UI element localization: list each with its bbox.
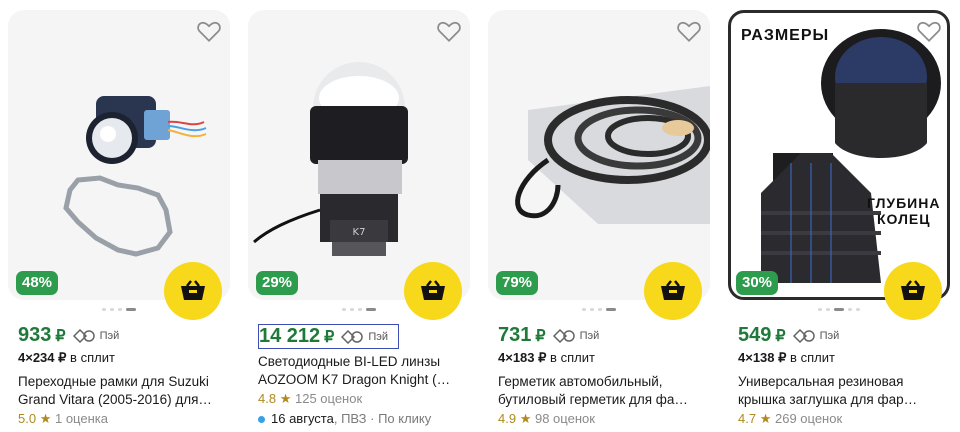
split-currency: ₽: [58, 350, 67, 365]
price-value: 14 212: [259, 325, 321, 347]
rating: 4.8 ★ 125 оценок: [258, 391, 362, 407]
discount-badge: 48%: [16, 271, 59, 295]
product-title[interactable]: Универсальная резиновая крышка заглушка …: [738, 373, 948, 409]
split-pay-icon: [341, 329, 364, 344]
delivery-dot-icon: [258, 416, 265, 424]
delivery-extra: · По клику: [366, 411, 432, 426]
cart-icon: [661, 280, 685, 300]
add-to-cart-button[interactable]: [644, 262, 702, 320]
review-count: 1 оценка: [54, 411, 108, 426]
heart-icon[interactable]: [436, 18, 462, 44]
cart-icon: [181, 280, 205, 300]
delivery-point: , ПВЗ: [333, 411, 367, 426]
price: 933 ₽ Пэй: [18, 324, 119, 347]
product-title[interactable]: Переходные рамки для Suzuki Grand Vitara…: [18, 373, 228, 409]
rating: 4.7 ★ 269 оценок: [738, 411, 842, 427]
split-currency: ₽: [538, 350, 547, 365]
product-card[interactable]: 48% 933 ₽ Пэй 4×234 ₽ в сплит Переходные…: [8, 0, 230, 432]
review-count: 125 оценок: [294, 391, 363, 406]
price: 731 ₽ Пэй: [498, 324, 599, 347]
image-depth-caption: ГЛУБИНА КОЛЕЦ: [867, 195, 941, 227]
currency: ₽: [324, 328, 335, 346]
product-card[interactable]: РАЗМЕРЫ ГЛУБИНА КОЛЕЦ 30% 549 ₽ Пэй 4×13…: [728, 0, 950, 432]
rating-score: 5.0: [18, 411, 37, 426]
pay-label: Пэй: [368, 330, 389, 343]
rating-score: 4.9: [498, 411, 517, 426]
currency: ₽: [55, 327, 66, 345]
sealant-image: [515, 86, 710, 224]
pay-label: Пэй: [99, 329, 120, 342]
split-label: в сплит: [550, 350, 595, 365]
image-pager[interactable]: [728, 308, 950, 311]
price-value: 549: [738, 324, 772, 346]
price: 549 ₽ Пэй: [738, 324, 839, 347]
cart-icon: [901, 280, 925, 300]
pay-label: Пэй: [579, 329, 600, 342]
star-icon: ★: [279, 391, 292, 406]
product-image[interactable]: [8, 10, 230, 300]
split-info: 4×138 ₽ в сплит: [738, 350, 835, 366]
star-icon: ★: [519, 411, 532, 426]
currency: ₽: [775, 327, 786, 345]
product-title[interactable]: Светодиодные BI-LED линзы AOZOOM K7 Drag…: [258, 353, 468, 389]
lens-label: K7: [353, 227, 366, 238]
pay-label: Пэй: [819, 329, 840, 342]
rating-score: 4.8: [258, 391, 277, 406]
led-lens-image: K7: [253, 62, 408, 256]
rating: 4.9 ★ 98 оценок: [498, 411, 595, 427]
delivery-date: 16 августа: [271, 411, 334, 426]
review-count: 269 оценок: [774, 411, 843, 426]
price-value: 933: [18, 324, 52, 346]
review-count: 98 оценок: [534, 411, 595, 426]
price: 14 212 ₽ Пэй: [258, 324, 400, 349]
add-to-cart-button[interactable]: [164, 262, 222, 320]
split-pay-icon: [552, 328, 575, 343]
add-to-cart-button[interactable]: [404, 262, 462, 320]
discount-badge: 30%: [736, 271, 779, 295]
split-info: 4×183 ₽ в сплит: [498, 350, 595, 366]
split-pay-icon: [792, 328, 815, 343]
image-pager[interactable]: [8, 308, 230, 311]
product-image[interactable]: РАЗМЕРЫ ГЛУБИНА КОЛЕЦ: [728, 10, 950, 300]
discount-badge: 29%: [256, 271, 299, 295]
product-title[interactable]: Герметик автомобильный, бутиловый гермет…: [498, 373, 708, 409]
split-label: в сплит: [790, 350, 835, 365]
price-value: 731: [498, 324, 532, 346]
split-currency: ₽: [778, 350, 787, 365]
heart-icon[interactable]: [916, 18, 942, 44]
image-pager[interactable]: [488, 308, 710, 311]
rubber-cap-image: [761, 29, 941, 283]
star-icon: ★: [759, 411, 772, 426]
product-card[interactable]: K7 29% 14 212 ₽ Пэй Светодиодные BI-LED …: [248, 0, 470, 432]
add-to-cart-button[interactable]: [884, 262, 942, 320]
product-card[interactable]: 79% 731 ₽ Пэй 4×183 ₽ в сплит Герметик а…: [488, 0, 710, 432]
rating: 5.0 ★ 1 оценка: [18, 411, 108, 427]
product-image[interactable]: [488, 10, 710, 300]
split-amount: 4×234: [18, 350, 55, 365]
discount-badge: 79%: [496, 271, 539, 295]
star-icon: ★: [39, 411, 52, 426]
product-image[interactable]: K7: [248, 10, 470, 300]
image-sizes-caption: РАЗМЕРЫ: [741, 27, 830, 44]
split-amount: 4×138: [738, 350, 775, 365]
delivery-info: 16 августа, ПВЗ · По клику: [258, 411, 431, 426]
cart-icon: [421, 280, 445, 300]
currency: ₽: [535, 327, 546, 345]
split-label: в сплит: [70, 350, 115, 365]
split-pay-icon: [72, 328, 95, 343]
heart-icon[interactable]: [676, 18, 702, 44]
image-pager[interactable]: [248, 308, 470, 311]
heart-icon[interactable]: [196, 18, 222, 44]
headlight-frame-image: [63, 96, 207, 257]
split-info: 4×234 ₽ в сплит: [18, 350, 115, 366]
rating-score: 4.7: [738, 411, 757, 426]
split-amount: 4×183: [498, 350, 535, 365]
